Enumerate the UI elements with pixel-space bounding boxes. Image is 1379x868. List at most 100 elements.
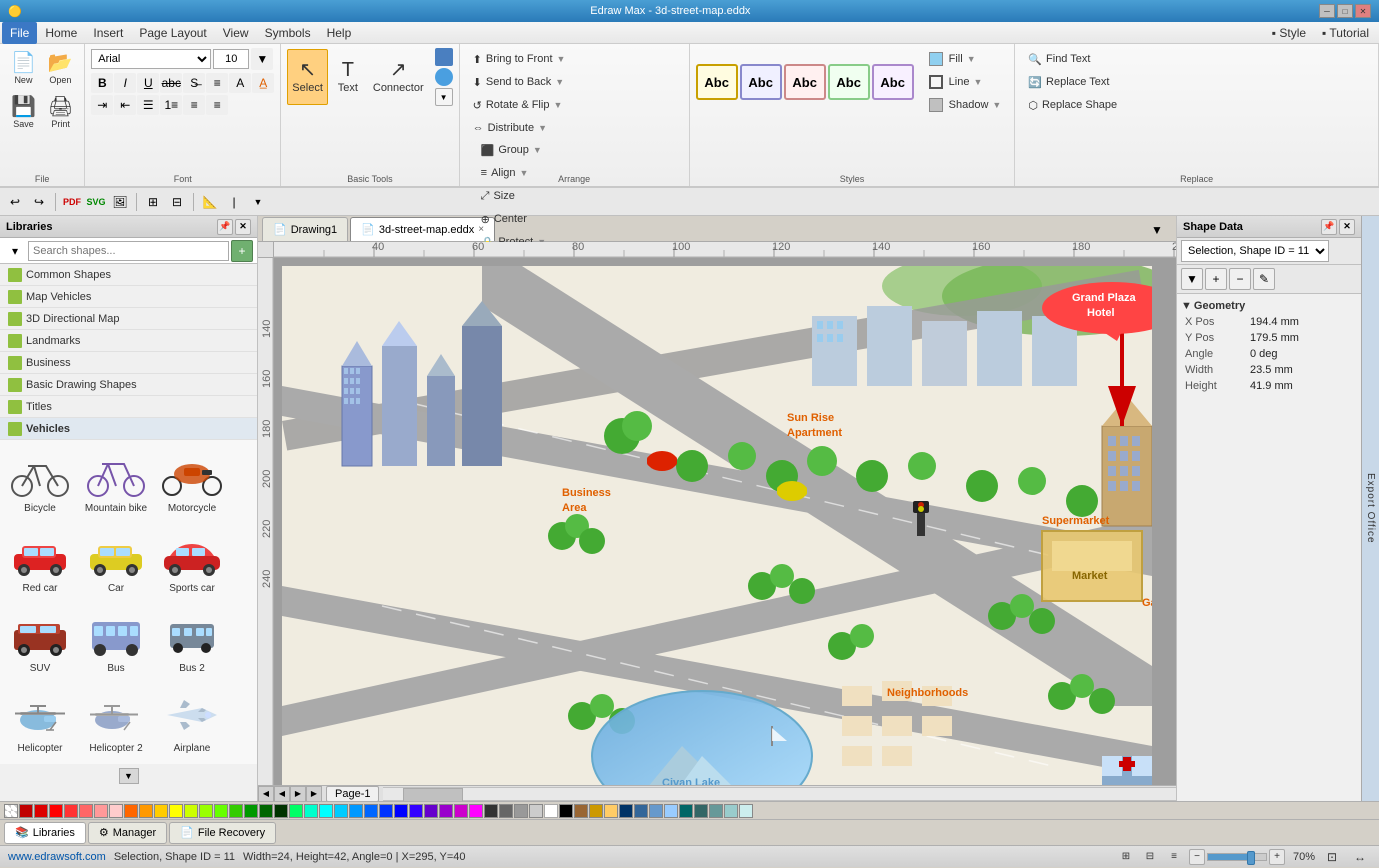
color-swatch-7[interactable] — [109, 804, 123, 818]
panel-pin-btn[interactable]: 📌 — [217, 219, 233, 235]
zoom-slider[interactable] — [1207, 853, 1267, 861]
library-item-landmarks[interactable]: Landmarks — [0, 330, 257, 352]
bold-btn[interactable]: B — [91, 73, 113, 93]
font-name-select[interactable]: ArialTimes New Roman — [91, 49, 211, 69]
color-swatch-44[interactable] — [664, 804, 678, 818]
color-swatch-25[interactable] — [379, 804, 393, 818]
tb-ruler-btn[interactable]: 📐 — [199, 191, 221, 213]
library-item-3d-map[interactable]: 3D Directional Map — [0, 308, 257, 330]
zoom-in-btn[interactable]: + — [1269, 849, 1285, 865]
tb-more-btn[interactable]: ▼ — [247, 191, 269, 213]
more-shapes-btn[interactable]: ▼ — [435, 88, 453, 106]
bottom-tab-file-recovery[interactable]: 📄 File Recovery — [169, 822, 276, 844]
rect-shape-btn[interactable] — [435, 48, 453, 66]
shape-data-edit-btn[interactable]: ✎ — [1253, 268, 1275, 290]
indent-btn[interactable]: ⇥ — [91, 95, 113, 115]
library-item-vehicles[interactable]: Vehicles — [0, 418, 257, 440]
tb-table-btn[interactable]: ⊞ — [142, 191, 164, 213]
library-search-input[interactable] — [28, 241, 229, 261]
color-swatch-14[interactable] — [214, 804, 228, 818]
ribbon-btn-open[interactable]: 📂 Open — [43, 48, 78, 90]
status-btn-3[interactable]: ≡ — [1165, 848, 1183, 866]
color-swatch-13[interactable] — [199, 804, 213, 818]
ribbon-btn-print[interactable]: 🖨 Print — [43, 92, 78, 134]
color-swatch-32[interactable] — [484, 804, 498, 818]
color-swatch-34[interactable] — [514, 804, 528, 818]
double-strike-btn[interactable]: S̶ — [183, 73, 205, 93]
align-center-btn[interactable]: ≡ — [183, 95, 205, 115]
bring-to-front-btn[interactable]: ⬆ Bring to Front ▼ — [466, 48, 573, 70]
ribbon-btn-select[interactable]: ↖ Select — [287, 49, 328, 105]
shape-selection-dropdown[interactable]: Selection, Shape ID = 11 — [1181, 240, 1329, 262]
status-url[interactable]: www.edrawsoft.com — [8, 851, 106, 863]
page-next-btn[interactable]: ▶ — [290, 786, 306, 802]
menu-help[interactable]: Help — [319, 22, 360, 44]
shape-panel-close-btn[interactable]: ✕ — [1339, 219, 1355, 235]
align-left-btn[interactable]: ≡ — [206, 73, 228, 93]
redo-btn[interactable]: ↪ — [28, 191, 50, 213]
color-swatch-26[interactable] — [394, 804, 408, 818]
color-swatch-41[interactable] — [619, 804, 633, 818]
library-item-common-shapes[interactable]: Common Shapes — [0, 264, 257, 286]
shape-data-add-btn[interactable]: + — [1205, 268, 1227, 290]
tb-img-btn[interactable]: 🖼 — [109, 191, 131, 213]
shape-data-filter-btn[interactable]: ▼ — [1181, 268, 1203, 290]
menu-page-layout[interactable]: Page Layout — [131, 22, 214, 44]
font-color-btn[interactable]: A — [229, 73, 251, 93]
color-swatch-transparent[interactable] — [4, 804, 18, 818]
tb-guide-btn[interactable]: | — [223, 191, 245, 213]
color-swatch-22[interactable] — [334, 804, 348, 818]
h-scroll-right-btn[interactable]: ▶ — [306, 786, 322, 802]
group-btn[interactable]: ⬛ Group ▼ — [474, 139, 553, 161]
ribbon-btn-save[interactable]: 💾 Save — [6, 92, 41, 134]
menu-style[interactable]: ▪ Style — [1264, 22, 1314, 44]
highlight-btn[interactable]: A̲ — [252, 73, 274, 93]
color-swatch-38[interactable] — [574, 804, 588, 818]
status-btn-2[interactable]: ⊟ — [1141, 848, 1159, 866]
color-swatch-11[interactable] — [169, 804, 183, 818]
color-swatch-35[interactable] — [529, 804, 543, 818]
strikethrough-btn[interactable]: abc — [160, 73, 182, 93]
shape-mountain-bike[interactable]: Mountain bike — [80, 444, 152, 520]
distribute-btn[interactable]: ⇔ Distribute ▼ — [466, 117, 573, 139]
tb-pdf-btn[interactable]: PDF — [61, 191, 83, 213]
h-scroll-left-btn[interactable]: ◀ — [258, 786, 274, 802]
menu-home[interactable]: Home — [37, 22, 85, 44]
style-swatch-4[interactable]: Abc — [828, 64, 870, 100]
library-menu-btn[interactable]: ▾ — [4, 240, 26, 262]
color-swatch-17[interactable] — [259, 804, 273, 818]
shape-panel-pin-btn[interactable]: 📌 — [1321, 219, 1337, 235]
color-swatch-43[interactable] — [649, 804, 663, 818]
font-size-input[interactable] — [213, 49, 249, 69]
color-swatch-27[interactable] — [409, 804, 423, 818]
list-btn[interactable]: ☰ — [137, 95, 159, 115]
menu-file[interactable]: File — [2, 22, 37, 44]
color-swatch-30[interactable] — [454, 804, 468, 818]
circle-shape-btn[interactable] — [435, 68, 453, 86]
tab-drawing1[interactable]: 📄 Drawing1 — [262, 217, 348, 241]
ribbon-btn-new[interactable]: 📄 New — [6, 48, 41, 90]
color-swatch-18[interactable] — [274, 804, 288, 818]
font-size-decrease-btn[interactable]: ▼ — [251, 48, 273, 70]
color-swatch-49[interactable] — [739, 804, 753, 818]
color-swatch-24[interactable] — [364, 804, 378, 818]
shape-airplane[interactable]: Airplane — [156, 684, 228, 760]
bottom-tab-manager[interactable]: ⚙ Manager — [88, 822, 167, 844]
shape-bus-2[interactable]: Bus 2 — [156, 604, 228, 680]
size-btn[interactable]: ⤢ Size — [474, 185, 553, 207]
shape-car[interactable]: Car — [80, 524, 152, 600]
library-scroll-down[interactable]: ▼ — [119, 768, 139, 784]
color-swatch-20[interactable] — [304, 804, 318, 818]
library-item-titles[interactable]: Titles — [0, 396, 257, 418]
zoom-out-btn[interactable]: − — [1189, 849, 1205, 865]
color-swatch-33[interactable] — [499, 804, 513, 818]
library-list-scroll[interactable]: Common Shapes Map Vehicles 3D Directiona… — [0, 264, 257, 801]
color-swatch-12[interactable] — [184, 804, 198, 818]
color-swatch-47[interactable] — [709, 804, 723, 818]
color-swatch-40[interactable] — [604, 804, 618, 818]
shadow-btn[interactable]: Shadow ▼ — [922, 94, 1009, 116]
line-btn[interactable]: Line ▼ — [922, 71, 1009, 93]
menu-tutorial[interactable]: ▪ Tutorial — [1314, 22, 1377, 44]
color-swatch-21[interactable] — [319, 804, 333, 818]
color-swatch-36[interactable] — [544, 804, 558, 818]
